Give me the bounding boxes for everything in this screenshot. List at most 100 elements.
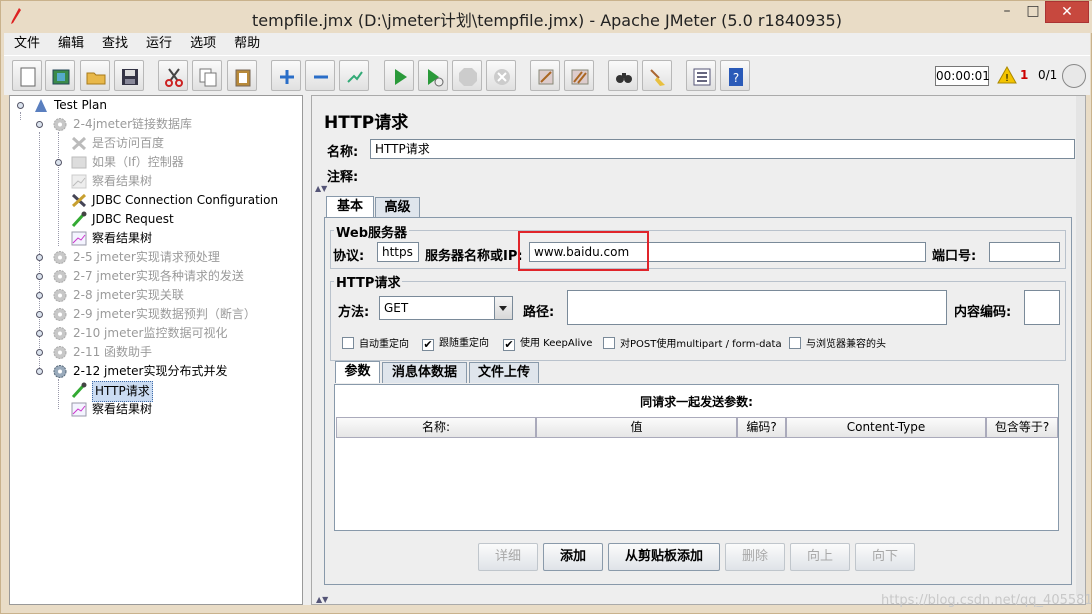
chart-icon	[71, 174, 87, 189]
broom-icon	[650, 69, 665, 86]
comment-field[interactable]	[370, 164, 1075, 184]
path-field[interactable]	[567, 290, 947, 325]
toggle-button[interactable]	[339, 60, 369, 91]
tab-basic[interactable]: 基本	[326, 196, 374, 218]
testplan-icon	[35, 99, 47, 112]
tab-body-data[interactable]: 消息体数据	[382, 362, 467, 383]
collapse-button[interactable]	[305, 60, 335, 91]
remote-status-icon[interactable]	[1062, 64, 1086, 88]
expand-icon	[280, 70, 294, 84]
copy-icon	[199, 68, 217, 87]
browser-headers-checkbox[interactable]: 与浏览器兼容的头	[789, 337, 886, 352]
paste-icon	[235, 69, 251, 87]
column-name[interactable]: 名称:	[336, 417, 536, 438]
server-label: 服务器名称或IP:	[425, 249, 523, 264]
protocol-field[interactable]: https	[377, 242, 419, 262]
search-icon	[616, 73, 632, 83]
new-button[interactable]	[12, 60, 42, 91]
warning-icon[interactable]: !	[997, 66, 1017, 84]
multipart-checkbox[interactable]: 对POST使用multipart / form-data	[603, 337, 782, 352]
bottom-collapse-arrows-icon[interactable]: ▲▼	[316, 595, 328, 604]
keepalive-checkbox[interactable]: ✔ 使用 KeepAlive	[503, 337, 592, 351]
add-from-clipboard-button[interactable]: 从剪贴板添加	[608, 543, 720, 571]
port-field[interactable]	[989, 242, 1060, 262]
start-no-pause-button[interactable]	[418, 60, 448, 91]
column-value[interactable]: 值	[536, 417, 737, 438]
column-include-equals[interactable]: 包含等于?	[986, 417, 1058, 438]
move-down-button[interactable]: 向下	[855, 543, 915, 571]
templates-button[interactable]	[45, 60, 75, 91]
panel-title: HTTP请求	[324, 113, 409, 133]
open-button[interactable]	[80, 60, 110, 91]
detail-button[interactable]: 详细	[478, 543, 538, 571]
add-button[interactable]: 添加	[543, 543, 603, 571]
shutdown-icon	[494, 69, 510, 85]
save-icon	[122, 69, 138, 85]
chart-icon	[71, 402, 87, 417]
chevron-down-icon[interactable]	[494, 297, 512, 319]
stop-icon	[459, 68, 477, 86]
checkbox-box[interactable]: ✔	[422, 339, 434, 351]
copy-button[interactable]	[192, 60, 222, 91]
start-no-pause-icon	[428, 69, 444, 87]
start-button[interactable]	[384, 60, 414, 91]
error-count: 1	[1020, 68, 1029, 82]
checkbox-box[interactable]	[789, 337, 801, 349]
stop-button[interactable]	[452, 60, 482, 91]
paste-button[interactable]	[227, 60, 257, 91]
title-bar: tempfile.jmx (D:\jmeter计划\tempfile.jmx) …	[1, 1, 1092, 33]
column-encode[interactable]: 编码?	[737, 417, 786, 438]
pipette-icon	[71, 211, 87, 228]
column-content-type[interactable]: Content-Type	[786, 417, 986, 438]
menu-search[interactable]: 查找	[92, 33, 136, 53]
method-select[interactable]: GET	[379, 296, 513, 320]
menu-options[interactable]: 选项	[180, 33, 224, 53]
tab-parameters[interactable]: 参数	[335, 361, 380, 383]
svg-text:?: ?	[733, 71, 739, 85]
clear-button[interactable]	[530, 60, 560, 91]
checkbox-box[interactable]: ✔	[503, 339, 515, 351]
name-field[interactable]: HTTP请求	[370, 139, 1075, 159]
auto-redirect-checkbox[interactable]: 自动重定向	[342, 337, 409, 352]
encoding-label: 内容编码:	[954, 305, 1012, 320]
tab-file-upload[interactable]: 文件上传	[469, 362, 539, 383]
reset-search-button[interactable]	[642, 60, 672, 91]
save-button[interactable]	[114, 60, 144, 91]
gear-icon	[53, 365, 67, 378]
menu-bar: 文件 编辑 查找 运行 选项 帮助	[4, 33, 1090, 55]
web-server-title: Web服务器	[334, 222, 409, 241]
menu-run[interactable]: 运行	[136, 33, 180, 53]
close-button[interactable]: ✕	[1045, 1, 1089, 23]
cut-button[interactable]	[158, 60, 188, 91]
help-icon: ?	[729, 68, 743, 86]
vertical-scrollbar[interactable]	[1076, 96, 1085, 596]
method-label: 方法:	[338, 305, 370, 320]
tab-advanced[interactable]: 高级	[375, 197, 420, 218]
gear-icon	[53, 270, 67, 283]
delete-button[interactable]: 删除	[725, 543, 785, 571]
encoding-field[interactable]	[1024, 290, 1060, 325]
minimize-button[interactable]: –	[993, 1, 1021, 23]
path-label: 路径:	[523, 305, 555, 320]
app-window: tempfile.jmx (D:\jmeter计划\tempfile.jmx) …	[0, 0, 1092, 614]
parameters-table: 同请求一起发送参数: 名称: 值 编码? Content-Type 包含等于?	[334, 384, 1059, 531]
menu-file[interactable]: 文件	[4, 33, 48, 53]
search-button[interactable]	[608, 60, 638, 91]
clear-all-button[interactable]	[564, 60, 594, 91]
checkbox-box[interactable]	[342, 337, 354, 349]
collapse-arrows-icon[interactable]: ▲▼	[315, 184, 327, 193]
move-up-button[interactable]: 向上	[790, 543, 850, 571]
menu-edit[interactable]: 编辑	[48, 33, 92, 53]
split-pane-divider[interactable]	[303, 95, 311, 605]
expand-button[interactable]	[271, 60, 301, 91]
follow-redirect-checkbox[interactable]: ✔ 跟随重定向	[422, 337, 489, 351]
window-title: tempfile.jmx (D:\jmeter计划\tempfile.jmx) …	[252, 11, 842, 30]
help-button[interactable]: ?	[720, 60, 750, 91]
shutdown-button[interactable]	[486, 60, 516, 91]
function-helper-button[interactable]	[686, 60, 716, 91]
method-value: GET	[384, 301, 409, 315]
checkbox-box[interactable]	[603, 337, 615, 349]
maximize-button[interactable]: □	[1021, 1, 1045, 23]
name-label: 名称:	[327, 145, 359, 160]
menu-help[interactable]: 帮助	[224, 33, 268, 53]
